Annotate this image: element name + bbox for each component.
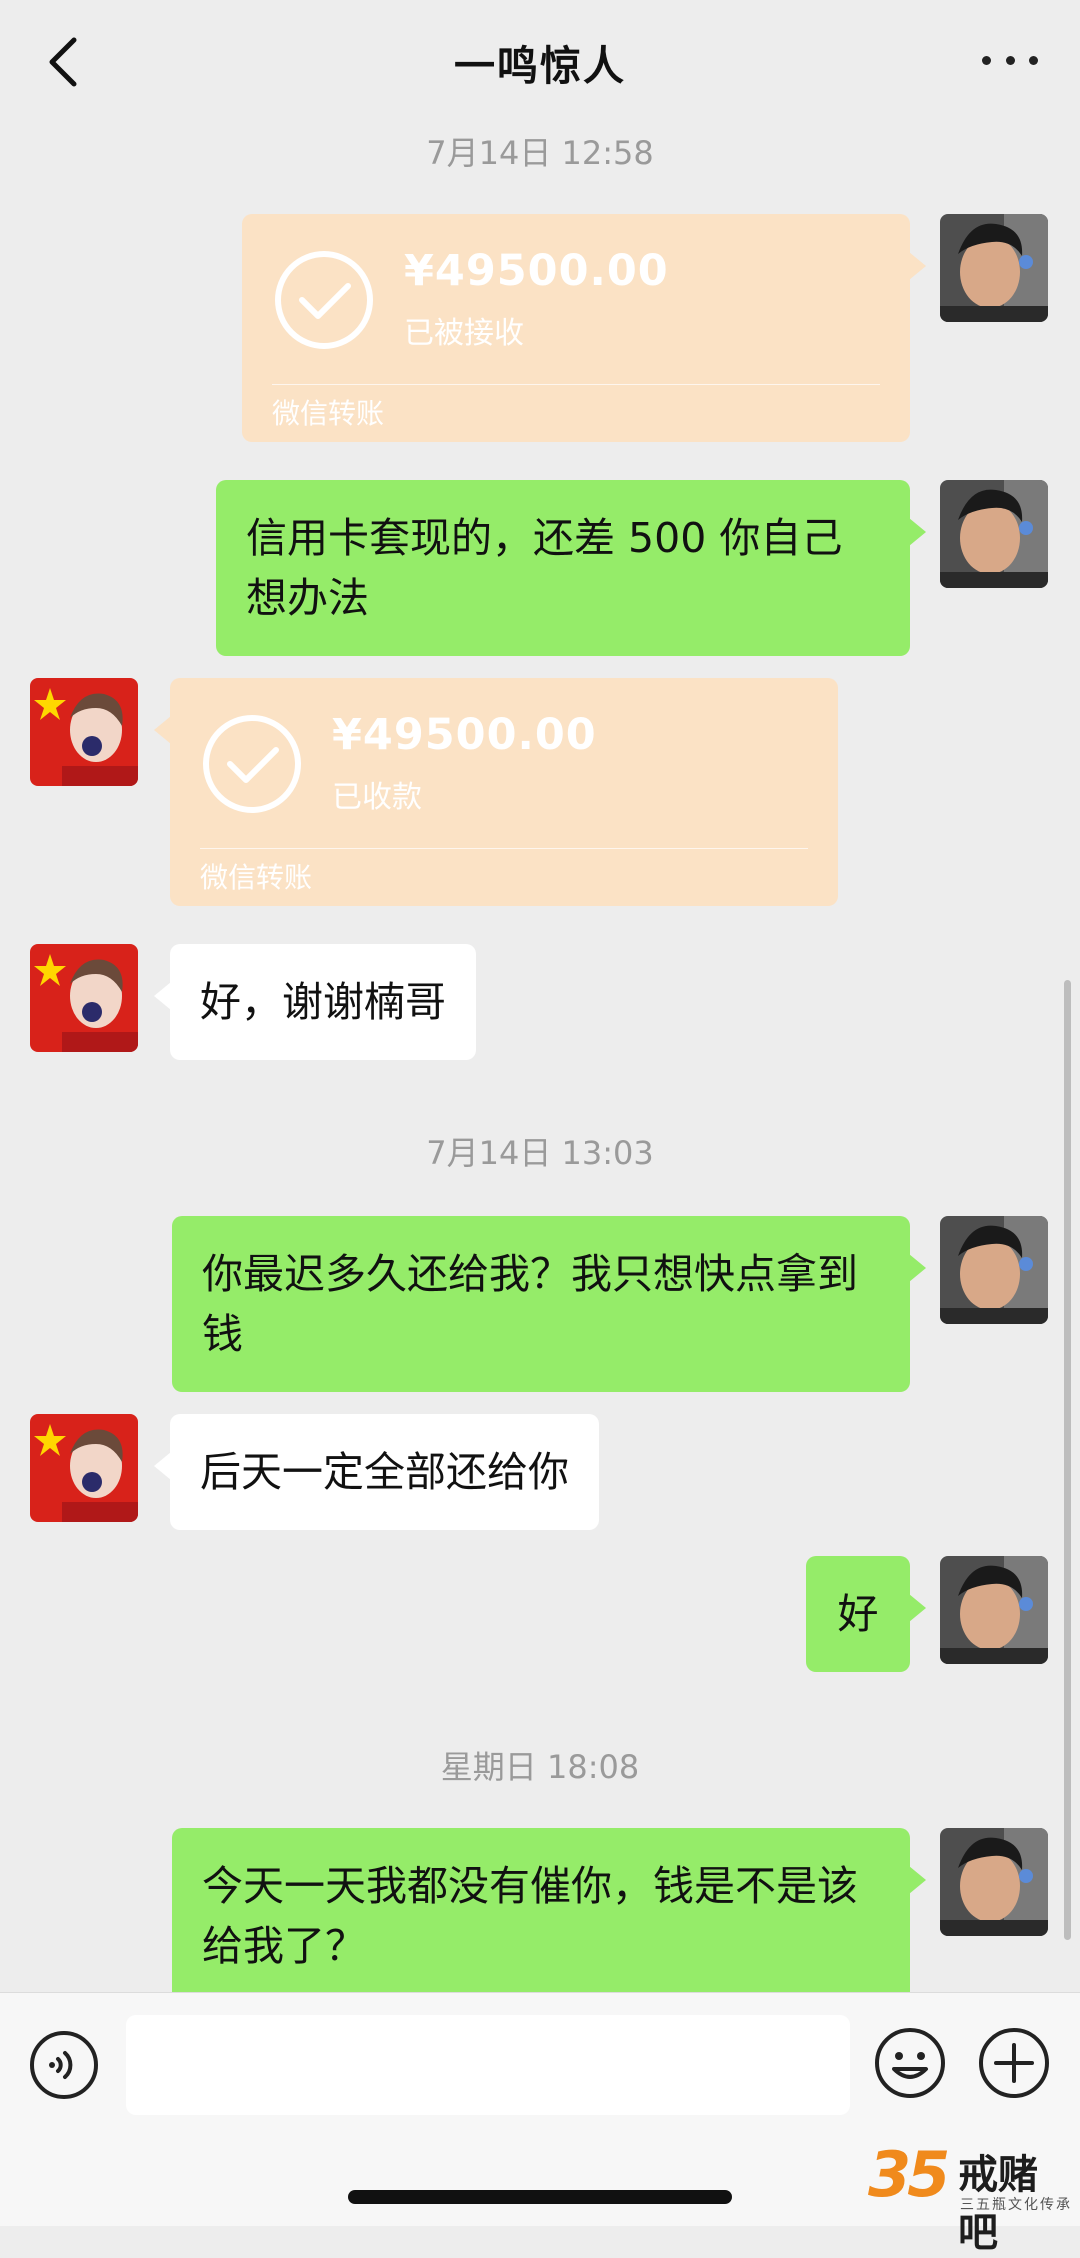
plus-button[interactable] [976, 2025, 1052, 2101]
more-dots-icon [982, 55, 991, 65]
contact-avatar[interactable] [30, 944, 138, 1052]
my-avatar[interactable] [940, 214, 1048, 322]
transfer-amount: ¥49500.00 [332, 710, 597, 760]
scrollbar[interactable] [1064, 980, 1071, 1940]
transfer-label: 微信转账 [200, 861, 313, 894]
chat-header: 一鸣惊人 [0, 0, 1080, 120]
timestamp: 7月14日 13:03 [426, 1134, 654, 1172]
my-avatar[interactable] [940, 1556, 1048, 1664]
home-indicator[interactable] [348, 2190, 732, 2204]
transfer-card[interactable]: ¥49500.00 已被接收 微信转账 [242, 214, 926, 442]
timestamp: 星期日 18:08 [440, 1748, 640, 1786]
transfer-status: 已收款 [332, 780, 422, 815]
watermark-logo: 35 戒赌吧 三五瓶文化传承 [868, 2138, 1074, 2256]
check-circle-icon [203, 715, 301, 813]
emoji-button[interactable] [872, 2025, 948, 2101]
message-bubble[interactable]: 今天一天我都没有催你，钱是不是该给我了？ [172, 1828, 926, 2004]
message-input[interactable] [126, 2015, 850, 2115]
my-avatar[interactable] [940, 1216, 1048, 1324]
transfer-card[interactable]: ¥49500.00 已收款 微信转账 [154, 678, 838, 906]
message-bubble[interactable]: 好 [806, 1556, 926, 1672]
contact-avatar[interactable] [30, 678, 138, 786]
message-bubble[interactable]: 好，谢谢楠哥 [154, 944, 476, 1060]
contact-avatar[interactable] [30, 1414, 138, 1522]
emoji-icon [875, 2028, 945, 2098]
voice-icon [30, 2031, 98, 2099]
watermark-number: 35 [868, 2138, 950, 2211]
transfer-amount: ¥49500.00 [404, 246, 669, 296]
my-avatar[interactable] [940, 480, 1048, 588]
more-button[interactable] [982, 40, 1038, 80]
message-bubble[interactable]: 后天一定全部还给你 [154, 1414, 599, 1530]
message-bubble[interactable]: 信用卡套现的，还差 500 你自己想办法 [216, 480, 926, 656]
my-avatar[interactable] [940, 1828, 1048, 1936]
divider [272, 384, 880, 385]
divider [200, 848, 808, 849]
voice-button[interactable] [28, 2029, 100, 2101]
message-bubble[interactable]: 你最迟多久还给我？我只想快点拿到钱 [172, 1216, 926, 1392]
watermark-subtitle: 三五瓶文化传承 [960, 2197, 1072, 2213]
transfer-label: 微信转账 [272, 397, 385, 430]
check-circle-icon [275, 251, 373, 349]
transfer-status: 已被接收 [404, 316, 524, 351]
plus-icon [979, 2028, 1049, 2098]
timestamp: 7月14日 12:58 [426, 134, 654, 172]
chat-title: 一鸣惊人 [454, 42, 626, 90]
